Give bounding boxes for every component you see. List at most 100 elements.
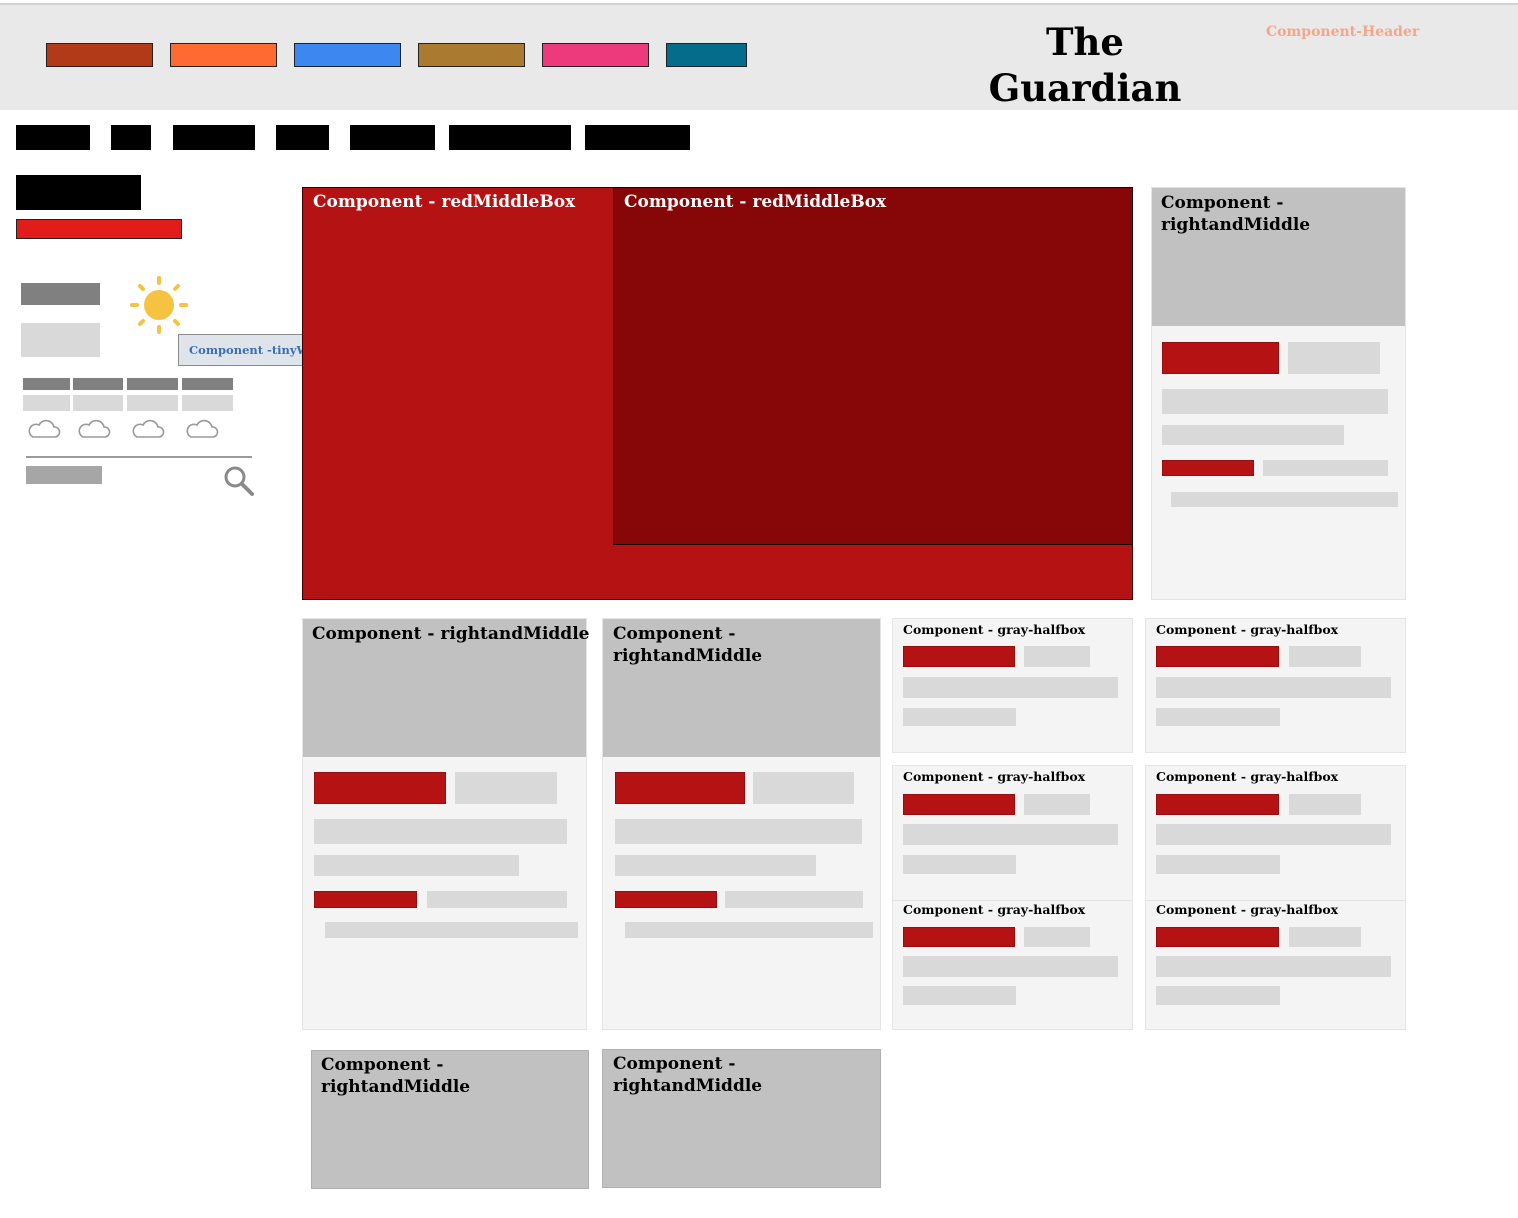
card-footer xyxy=(625,922,873,938)
halfbox-headline xyxy=(903,956,1118,977)
forecast-temp-2 xyxy=(73,395,123,411)
right-and-middle-card-2[interactable]: Component - rightandMiddle xyxy=(302,618,590,1030)
red-middle-box-label: Component - redMiddleBox xyxy=(313,192,576,212)
forecast-day-1 xyxy=(23,378,70,390)
nav-item-7[interactable] xyxy=(585,125,690,150)
card-subline xyxy=(1162,425,1344,445)
site-logo[interactable]: The Guardian xyxy=(985,19,1185,111)
halfbox-meta xyxy=(1024,927,1090,947)
section-swatch-4[interactable] xyxy=(418,43,525,67)
card-tag xyxy=(1162,342,1279,374)
halfbox-subline xyxy=(1156,708,1280,726)
nav-item-1[interactable] xyxy=(16,125,90,150)
halfbox-tag xyxy=(903,927,1015,947)
logo-line-2: Guardian xyxy=(988,66,1182,110)
halfbox-headline xyxy=(1156,677,1391,698)
gray-halfbox-4[interactable]: Component - gray-halfbox Component - gra… xyxy=(1145,765,1406,1030)
nav-item-2[interactable] xyxy=(111,125,151,150)
forecast-temp-3 xyxy=(127,395,178,411)
card-label-line-2: rightandMiddle xyxy=(321,1077,471,1097)
halfbox-subline xyxy=(1156,986,1280,1005)
card-label-line-1: Component - xyxy=(1161,193,1284,213)
card-subline xyxy=(615,855,816,876)
nav-item-4[interactable] xyxy=(276,125,329,150)
forecast-day-3 xyxy=(127,378,178,390)
section-swatch-3[interactable] xyxy=(294,43,401,67)
gray-halfbox-3[interactable]: Component - gray-halfbox Component - gra… xyxy=(892,765,1133,1030)
card-small-tag xyxy=(615,891,717,908)
halfbox-meta xyxy=(1289,646,1361,667)
section-swatch-1[interactable] xyxy=(46,43,153,67)
halfbox-subline xyxy=(903,855,1016,874)
card-meta xyxy=(753,772,854,804)
halfbox-tag xyxy=(1156,794,1279,815)
forecast-day-2 xyxy=(73,378,123,390)
forecast-day-4 xyxy=(182,378,233,390)
card-small-meta xyxy=(1263,460,1388,476)
card-headline xyxy=(314,819,567,844)
card-label-line-1: Component - xyxy=(321,1055,444,1075)
section-swatch-6[interactable] xyxy=(666,43,747,67)
card-label-line-1: Component - xyxy=(613,1054,736,1074)
card-headline xyxy=(615,819,862,844)
halfbox-meta xyxy=(1024,646,1090,667)
red-middle-box-inner[interactable]: Component - redMiddleBox xyxy=(613,187,1133,545)
forecast-temp-4 xyxy=(182,395,233,411)
halfbox-headline xyxy=(903,824,1118,845)
card-small-meta xyxy=(725,891,863,908)
halfbox-subline xyxy=(903,708,1016,726)
halfbox-divider xyxy=(1146,900,1405,901)
card-label-line-2: rightandMiddle xyxy=(613,1076,763,1096)
cloud-icon xyxy=(78,419,111,438)
card-tag xyxy=(615,772,745,804)
right-and-middle-card-4[interactable]: Component - rightandMiddle xyxy=(311,1050,589,1189)
card-footer xyxy=(325,922,578,938)
right-and-middle-card-3[interactable]: Component - rightandMiddle xyxy=(602,618,881,1030)
card-label-line-2: rightandMiddle xyxy=(613,646,763,666)
weather-location-block xyxy=(21,283,100,305)
header-component-label: Component-Header xyxy=(1266,24,1420,40)
nav-item-3[interactable] xyxy=(173,125,255,150)
gray-halfbox-1[interactable]: Component - gray-halfbox xyxy=(892,618,1133,753)
halfbox-meta xyxy=(1024,794,1090,815)
section-red-underline xyxy=(16,219,182,239)
halfbox-tag xyxy=(1156,927,1279,947)
search-input[interactable] xyxy=(26,466,102,484)
search-icon[interactable] xyxy=(222,465,256,497)
nav-item-6[interactable] xyxy=(449,125,571,150)
sun-icon xyxy=(130,276,188,334)
halfbox-tag xyxy=(903,646,1015,667)
weather-temp-block xyxy=(21,323,100,357)
halfbox-subline xyxy=(1156,855,1280,874)
card-meta xyxy=(455,772,557,804)
section-swatch-5[interactable] xyxy=(542,43,649,67)
section-title-block xyxy=(16,175,141,210)
section-swatch-2[interactable] xyxy=(170,43,277,67)
halfbox-tag xyxy=(903,794,1015,815)
card-tag xyxy=(314,772,446,804)
halfbox-headline xyxy=(1156,956,1391,977)
halfbox-meta xyxy=(1289,794,1361,815)
header-bar: The Guardian Component-Header xyxy=(0,3,1518,110)
card-subline xyxy=(314,855,519,876)
halfbox-subline xyxy=(903,986,1016,1005)
card-small-tag xyxy=(314,891,417,908)
right-and-middle-card-5[interactable]: Component - rightandMiddle xyxy=(602,1049,881,1188)
search-divider xyxy=(26,456,252,458)
halfbox-label: Component - gray-halfbox xyxy=(1156,622,1339,637)
halfbox-headline xyxy=(903,677,1118,698)
logo-line-1: The xyxy=(1046,20,1124,64)
nav-item-5[interactable] xyxy=(350,125,435,150)
gray-halfbox-2[interactable]: Component - gray-halfbox xyxy=(1145,618,1406,753)
card-label-line-1: Component - xyxy=(613,624,736,644)
halfbox-label: Component - gray-halfbox xyxy=(903,769,1086,784)
right-and-middle-card-1[interactable]: Component - rightandMiddle xyxy=(1151,187,1406,600)
red-middle-box-label: Component - redMiddleBox xyxy=(624,192,887,212)
forecast-temp-1 xyxy=(23,395,70,411)
halfbox-label: Component - gray-halfbox xyxy=(903,902,1086,917)
halfbox-tag xyxy=(1156,646,1279,667)
card-small-tag xyxy=(1162,460,1254,476)
card-label: Component - rightandMiddle xyxy=(312,624,590,644)
halfbox-headline xyxy=(1156,824,1391,845)
cloud-icon xyxy=(186,419,219,438)
